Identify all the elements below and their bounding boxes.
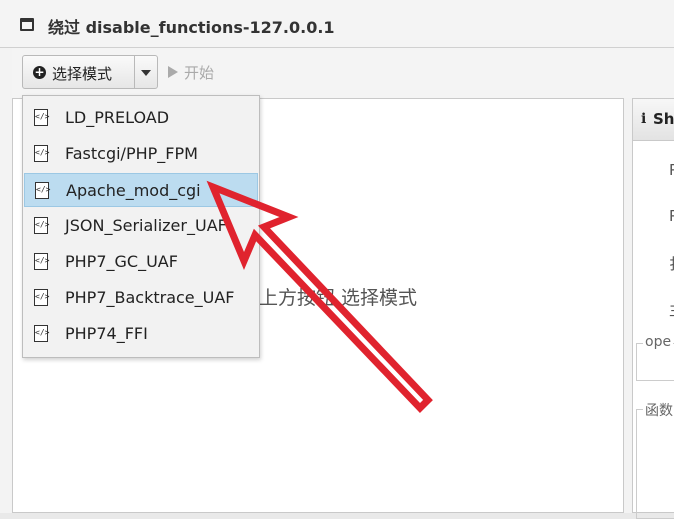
code-file-icon: </> (35, 182, 50, 199)
side-fieldset-1: ope (636, 334, 674, 381)
info-icon: i (641, 111, 647, 127)
plus-circle-icon: + (33, 65, 46, 79)
hint-text: 上方按钮,选择模式 (259, 287, 418, 309)
title-bar: 绕过 disable_functions-127.0.0.1 (0, 0, 674, 48)
toolbar: + 选择模式 开始 (12, 48, 674, 98)
mode-dropdown-menu: </> LD_PRELOAD </> Fastcgi/PHP_FPM </> A… (22, 95, 260, 358)
menu-item-label: Apache_mod_cgi (66, 181, 201, 200)
menu-item-php74-ffi[interactable]: </> PHP74_FFI (24, 317, 258, 351)
side-legend-1: ope (643, 334, 674, 350)
play-icon (168, 66, 178, 78)
select-mode-label: 选择模式 (52, 65, 113, 83)
side-legend-2: 函数 (643, 400, 674, 420)
menu-item-ld-preload[interactable]: </> LD_PRELOAD (24, 101, 258, 135)
select-mode-dropdown-toggle[interactable] (135, 56, 157, 88)
menu-item-fastcgi[interactable]: </> Fastcgi/PHP_FPM (24, 137, 258, 171)
select-mode-button[interactable]: + 选择模式 (22, 55, 158, 89)
menu-item-json-serializer-uaf[interactable]: </> JSON_Serializer_UAF (24, 209, 258, 243)
window-icon (20, 18, 34, 31)
menu-item-label: PHP74_FFI (65, 324, 148, 343)
menu-item-label: Fastcgi/PHP_FPM (65, 144, 198, 163)
select-mode-main[interactable]: + 选择模式 (23, 56, 135, 88)
side-field-3: 扌 (669, 253, 674, 274)
menu-item-php7-backtrace-uaf[interactable]: </> PHP7_Backtrace_UAF (24, 281, 258, 315)
start-button-label: 开始 (184, 64, 215, 82)
code-file-icon: </> (34, 289, 49, 306)
menu-item-label: PHP7_GC_UAF (65, 252, 178, 271)
code-file-icon: </> (34, 325, 49, 342)
menu-item-apache-mod-cgi[interactable]: </> Apache_mod_cgi (24, 173, 258, 207)
side-field-1: P (669, 161, 674, 179)
side-panel-header: i Sh (633, 99, 674, 141)
side-field-4: 主 (669, 299, 674, 320)
window-title: 绕过 disable_functions-127.0.0.1 (48, 18, 335, 37)
app-window: 绕过 disable_functions-127.0.0.1 + 选择模式 开始… (0, 0, 674, 519)
code-file-icon: </> (34, 109, 49, 126)
code-file-icon: </> (34, 145, 49, 162)
side-fieldset-2: 函数 (636, 400, 674, 519)
menu-item-label: LD_PRELOAD (65, 108, 170, 127)
side-field-2: P (669, 207, 674, 225)
code-file-icon: </> (34, 217, 49, 234)
menu-item-label: PHP7_Backtrace_UAF (65, 288, 235, 307)
start-button[interactable]: 开始 (168, 55, 238, 89)
info-side-panel: i Sh P P 扌 主 ope 函数 (632, 98, 674, 519)
menu-item-label: JSON_Serializer_UAF (65, 216, 227, 235)
side-panel-title: Sh (653, 110, 674, 128)
caret-down-icon (141, 70, 151, 76)
menu-item-php7-gc-uaf[interactable]: </> PHP7_GC_UAF (24, 245, 258, 279)
code-file-icon: </> (34, 253, 49, 270)
